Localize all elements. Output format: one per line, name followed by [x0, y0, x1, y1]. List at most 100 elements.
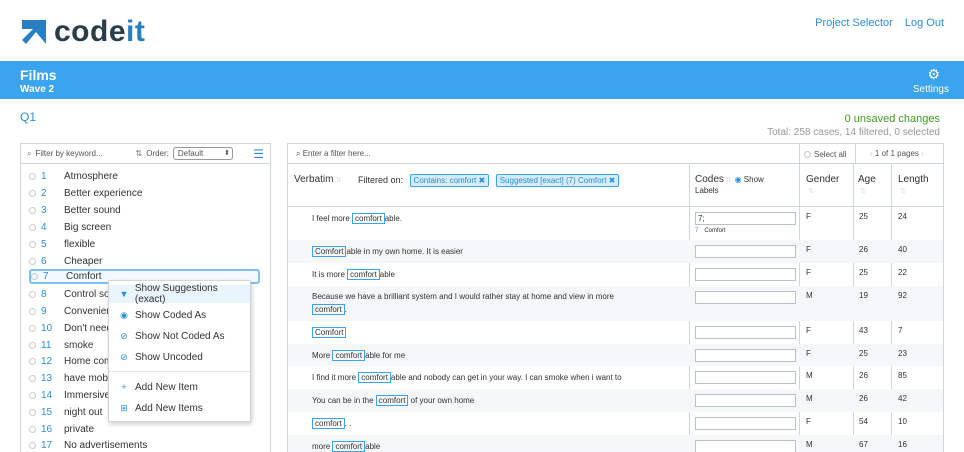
- codes-input[interactable]: [695, 349, 796, 362]
- keyword-highlight: Comfort: [312, 327, 347, 338]
- code-list-item[interactable]: 13 have mobi: [29, 371, 110, 386]
- length-cell: 42: [898, 394, 907, 403]
- keyword-highlight: comfort: [358, 372, 391, 383]
- verbatim-text: You can be in the comfort of your own ho…: [312, 395, 475, 406]
- filter-chip-contains[interactable]: Contains: comfort ✖: [409, 174, 490, 187]
- gender-cell: F: [806, 245, 811, 254]
- code-number: 8: [41, 289, 47, 300]
- menu-add-new-items[interactable]: ⊞ Add New Items: [109, 399, 250, 417]
- table-row[interactable]: I feel more comfort able. 7; 7 Comfort F 25 24: [288, 207, 943, 240]
- code-radio[interactable]: [29, 291, 36, 298]
- table-row[interactable]: Comfort able in my own home. It is easier…: [288, 240, 943, 263]
- codes-input[interactable]: [695, 440, 796, 452]
- code-list-item[interactable]: 6 Cheaper: [29, 254, 102, 269]
- code-radio[interactable]: [29, 442, 36, 449]
- close-icon[interactable]: ✖: [478, 176, 485, 185]
- codes-input[interactable]: [695, 394, 796, 407]
- codes-input[interactable]: [695, 291, 796, 304]
- table-row[interactable]: more comfort able M 67 16: [288, 435, 943, 452]
- code-radio[interactable]: [29, 325, 36, 332]
- codes-input[interactable]: [695, 371, 796, 384]
- menu-show-suggestions[interactable]: ▼ Show Suggestions (exact): [109, 283, 250, 305]
- filter-chip-suggested[interactable]: Suggested [exact] (7) Comfort ✖: [495, 174, 620, 187]
- code-radio[interactable]: [29, 358, 36, 365]
- code-radio[interactable]: [29, 342, 36, 349]
- table-row[interactable]: You can be in the comfort of your own ho…: [288, 389, 943, 412]
- code-radio[interactable]: [31, 273, 38, 280]
- code-label: flexible: [64, 239, 96, 250]
- menu-show-coded-as[interactable]: ◉ Show Coded As: [109, 306, 250, 324]
- code-radio[interactable]: [29, 426, 36, 433]
- table-row[interactable]: Because we have a brilliant system and I…: [288, 286, 943, 321]
- code-number: 9: [41, 306, 47, 317]
- project-banner: Films Wave 2 ⚙ Settings: [0, 61, 964, 99]
- gender-cell: M: [806, 394, 813, 403]
- code-list-item[interactable]: 12 Home com: [29, 354, 112, 369]
- code-list-item[interactable]: 8 Control so: [29, 287, 110, 302]
- code-list-item[interactable]: 4 Big screen: [29, 220, 111, 235]
- length-cell: 85: [898, 371, 907, 380]
- show-labels-radio[interactable]: ◉: [735, 175, 742, 184]
- unsaved-status: 0 unsaved changes: [844, 113, 940, 125]
- code-radio[interactable]: [29, 207, 36, 214]
- code-list-item[interactable]: 17 No advertisements: [29, 438, 147, 452]
- code-number: 1: [41, 171, 47, 182]
- close-icon[interactable]: ✖: [609, 176, 616, 185]
- code-radio[interactable]: [29, 224, 36, 231]
- settings-link[interactable]: Settings: [913, 84, 949, 95]
- code-list-item[interactable]: 16 private: [29, 422, 94, 437]
- code-list-item[interactable]: 11 smoke: [29, 338, 93, 353]
- code-radio[interactable]: [29, 308, 36, 315]
- menu-show-not-coded-as[interactable]: ⊘ Show Not Coded As: [109, 327, 250, 345]
- code-label: Big screen: [64, 222, 112, 233]
- code-radio[interactable]: [29, 375, 36, 382]
- codes-input[interactable]: [695, 268, 796, 281]
- codes-input[interactable]: 7;: [695, 212, 796, 225]
- codes-input[interactable]: [695, 326, 796, 339]
- table-row[interactable]: comfort. . F 54 10: [288, 412, 943, 435]
- table-row[interactable]: It is more comfort able F 25 22: [288, 263, 943, 286]
- logo[interactable]: codeit: [20, 15, 145, 49]
- project-subtitle: Wave 2: [20, 84, 55, 95]
- code-list-item[interactable]: 9 Convenien: [29, 304, 112, 319]
- table-row[interactable]: I find it more comfort able and nobody ca…: [288, 366, 943, 389]
- table-row[interactable]: Comfort F 43 7: [288, 321, 943, 344]
- code-radio[interactable]: [29, 173, 36, 180]
- menu-icon[interactable]: ☰: [253, 147, 264, 161]
- code-filter-input[interactable]: Filter by keyword...: [35, 149, 135, 158]
- code-list-item[interactable]: 3 Better sound: [29, 203, 121, 218]
- age-cell: 19: [859, 291, 868, 300]
- select-all-radio[interactable]: [804, 151, 811, 158]
- project-selector-link[interactable]: Project Selector: [815, 17, 893, 29]
- code-list-item[interactable]: 1 Atmosphere: [29, 169, 118, 184]
- code-radio[interactable]: [29, 241, 36, 248]
- codes-input[interactable]: [695, 417, 796, 430]
- code-list-item[interactable]: 14 Immersive: [29, 388, 110, 403]
- code-radio[interactable]: [29, 409, 36, 416]
- order-select[interactable]: Default: [172, 147, 233, 160]
- select-all[interactable]: Select all: [799, 144, 855, 163]
- table-row[interactable]: More comfort able for me F 25 23: [288, 344, 943, 366]
- menu-add-new-item[interactable]: + Add New Item: [109, 378, 250, 396]
- logo-arrow-icon: [22, 20, 46, 44]
- codes-input[interactable]: [695, 245, 796, 258]
- code-list-item[interactable]: 5 flexible: [29, 237, 95, 252]
- gear-icon[interactable]: ⚙: [927, 66, 940, 83]
- code-radio[interactable]: [29, 392, 36, 399]
- gender-cell: F: [806, 326, 811, 335]
- gender-cell: M: [806, 291, 813, 300]
- code-radio[interactable]: [29, 258, 36, 265]
- menu-show-uncoded[interactable]: ⊘ Show Uncoded: [109, 348, 250, 366]
- code-number: 17: [41, 440, 53, 451]
- verbatim-filter-input[interactable]: Enter a filter here...: [303, 149, 371, 158]
- next-page-icon[interactable]: ›: [919, 149, 924, 158]
- menu-divider: [109, 371, 250, 372]
- code-tag: 7 Comfort: [695, 228, 726, 234]
- code-list-item[interactable]: 15 night out: [29, 405, 102, 420]
- code-list-item[interactable]: 2 Better experience: [29, 186, 142, 201]
- log-out-link[interactable]: Log Out: [905, 17, 944, 29]
- code-number: 16: [41, 424, 53, 435]
- code-list-item[interactable]: 10 Don't need: [29, 321, 112, 336]
- verbatim-panel: ⌕ Enter a filter here... Select all ‹ 1 …: [287, 143, 944, 452]
- code-radio[interactable]: [29, 190, 36, 197]
